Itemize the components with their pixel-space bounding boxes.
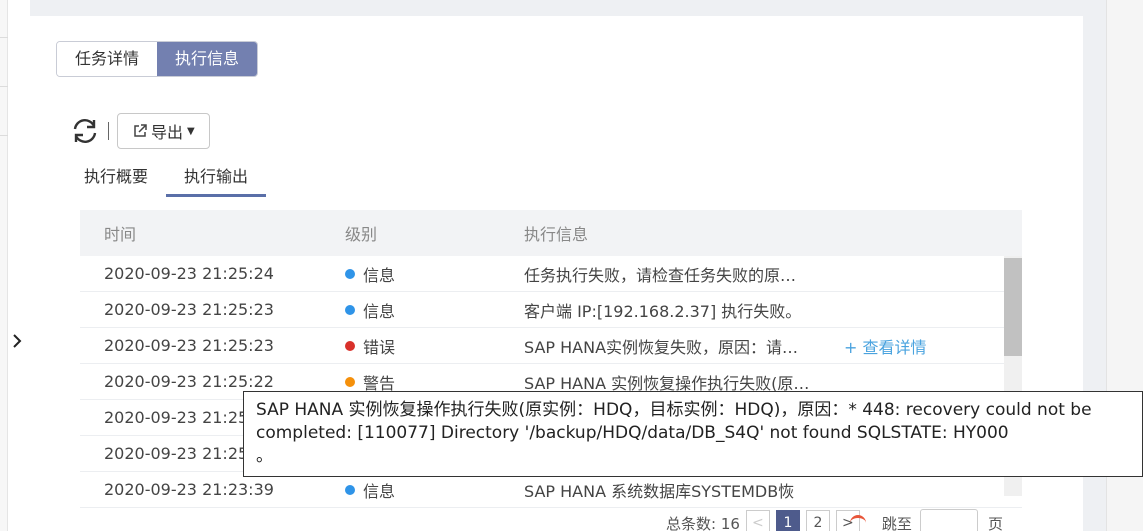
row-info: SAP HANA实例恢复失败，原因：请…	[524, 337, 799, 357]
level-dot-icon	[345, 376, 355, 387]
row-time: 2020-09-23 21:25:23	[104, 336, 274, 355]
toolbar-divider	[108, 122, 109, 140]
expand-chevron-icon[interactable]	[10, 330, 24, 352]
row-level-label: 信息	[363, 301, 396, 321]
row-level: 信息	[345, 478, 524, 502]
pagination: 总条数: 16 < 1 2 > 跳至 页	[666, 509, 1003, 531]
level-dot-icon	[345, 340, 355, 351]
tooltip-tail: 。	[256, 446, 273, 466]
row-level: 信息	[345, 298, 524, 322]
tooltip-text: SAP HANA 实例恢复操作执行失败(原实例：HDQ，目标实例：HDQ)，原因…	[256, 400, 1092, 443]
level-dot-icon	[345, 268, 355, 279]
row-info: 客户端 IP:[192.168.2.37] 执行失败。	[524, 301, 802, 321]
table-header: 时间 级别 执行信息	[80, 210, 1022, 256]
row-time: 2020-09-23 21:23:39	[104, 480, 274, 499]
output-tabs: 执行概要 执行输出	[84, 156, 302, 197]
row-time: 2020-09-23 21:25:22	[104, 372, 274, 391]
row-info: SAP HANA 系统数据库SYSTEMDB恢	[524, 481, 795, 501]
level-dot-icon	[345, 484, 355, 495]
row-level: 警告	[345, 370, 524, 394]
view-details-link[interactable]: + 查看详情	[844, 334, 1004, 358]
total-count: 总条数: 16	[666, 514, 740, 531]
header-info: 执行信息	[524, 225, 589, 244]
level-dot-icon	[345, 304, 355, 315]
tab-execution-summary[interactable]: 执行概要	[84, 156, 148, 197]
row-level-label: 错误	[363, 337, 396, 357]
table-row: 2020-09-23 21:25:23 信息 客户端 IP:[192.168.2.3…	[80, 292, 1022, 328]
jump-page-input[interactable]	[919, 509, 978, 531]
toolbar: 导出 ▼	[68, 113, 210, 149]
table-row: 2020-09-23 21:25:23 错误 SAP HANA实例恢复失败，原因：请…	[80, 328, 1022, 364]
row-level-label: 信息	[363, 481, 396, 501]
table-row: 2020-09-23 21:25:24 信息 任务执行失败，请检查任务失败的原…	[80, 256, 1022, 292]
tab-execution-output[interactable]: 执行输出	[166, 156, 267, 197]
page-suffix: 页	[987, 514, 1003, 531]
left-panel-strip	[0, 0, 8, 531]
row-level-label: 信息	[363, 265, 396, 285]
row-time: 2020-09-23 21:25:23	[104, 300, 274, 319]
table-scrollbar-thumb[interactable]	[1004, 258, 1022, 356]
row-level: 错误	[345, 334, 524, 358]
row-level: 信息	[345, 262, 524, 286]
jump-label: 跳至	[881, 514, 912, 531]
row-level-label: 警告	[363, 373, 396, 393]
row-info: SAP HANA 实例恢复操作执行失败(原…	[524, 373, 810, 393]
row-info: 任务执行失败，请检查任务失败的原…	[524, 265, 797, 285]
header-time: 时间	[104, 225, 137, 244]
segment-task-details[interactable]: 任务详情	[57, 42, 158, 76]
view-segment-control: 任务详情 执行信息	[56, 41, 259, 77]
page-1-button[interactable]: 1	[775, 510, 800, 531]
external-link-icon	[132, 123, 148, 139]
row-time: 2020-09-23 21:25:24	[104, 264, 274, 283]
caret-down-icon: ▼	[187, 125, 195, 137]
refresh-icon[interactable]	[68, 114, 102, 148]
export-button[interactable]: 导出 ▼	[117, 113, 210, 149]
message-tooltip: SAP HANA 实例恢复操作执行失败(原实例：HDQ，目标实例：HDQ)，原因…	[243, 391, 1143, 477]
header-level: 级别	[345, 225, 378, 244]
table-row: 2020-09-23 21:23:39 信息 SAP HANA 系统数据库SYSTE…	[80, 472, 1022, 508]
page-2-button[interactable]: 2	[805, 510, 830, 531]
export-label: 导出	[151, 123, 184, 142]
segment-execution-info[interactable]: 执行信息	[157, 42, 258, 76]
prev-page-button[interactable]: <	[745, 510, 770, 531]
